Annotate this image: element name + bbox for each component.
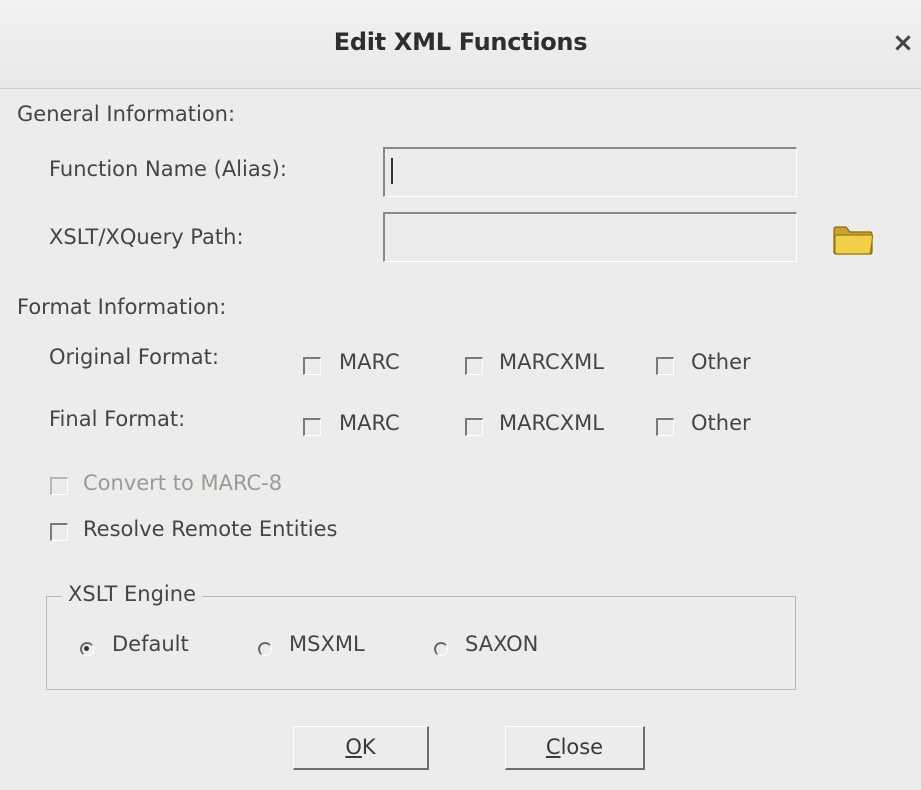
original-marcxml-label: MARCXML	[499, 350, 604, 374]
title-bar[interactable]: Edit XML Functions ×	[0, 0, 921, 89]
ok-mnemonic: O	[345, 735, 362, 759]
folder-icon[interactable]	[832, 224, 874, 256]
ok-button[interactable]: OK	[293, 726, 429, 770]
resolve-remote-entities-checkbox[interactable]	[50, 523, 68, 541]
text-caret	[391, 158, 393, 184]
engine-default-label: Default	[112, 632, 189, 656]
dialog-title: Edit XML Functions	[333, 28, 588, 56]
final-format-label: Final Format:	[49, 407, 186, 431]
convert-marc8-label: Convert to MARC-8	[83, 471, 283, 495]
original-format-label: Original Format:	[49, 345, 219, 369]
engine-saxon-radio[interactable]	[434, 642, 448, 656]
close-label-rest: lose	[560, 735, 604, 759]
final-other-label: Other	[691, 411, 751, 435]
final-marc-label: MARC	[339, 411, 400, 435]
xslt-engine-legend: XSLT Engine	[62, 582, 202, 606]
final-other-checkbox[interactable]	[656, 418, 674, 436]
close-icon[interactable]: ×	[890, 26, 916, 60]
original-marc-checkbox[interactable]	[303, 357, 321, 375]
original-other-label: Other	[691, 350, 751, 374]
function-name-label: Function Name (Alias):	[49, 157, 287, 181]
final-marcxml-checkbox[interactable]	[465, 418, 483, 436]
original-marcxml-checkbox[interactable]	[465, 357, 483, 375]
original-other-checkbox[interactable]	[656, 357, 674, 375]
xslt-path-field[interactable]	[383, 212, 797, 262]
general-information-heading: General Information:	[17, 102, 236, 126]
close-mnemonic: C	[545, 735, 561, 759]
final-marcxml-label: MARCXML	[499, 411, 604, 435]
edit-xml-functions-dialog: Edit XML Functions × General Information…	[0, 0, 921, 790]
engine-saxon-label: SAXON	[465, 632, 539, 656]
close-button[interactable]: Close	[505, 726, 645, 770]
format-information-heading: Format Information:	[17, 295, 227, 319]
function-name-field[interactable]	[383, 147, 797, 197]
final-marc-checkbox[interactable]	[303, 418, 321, 436]
engine-msxml-radio[interactable]	[258, 642, 272, 656]
ok-label-rest: K	[361, 735, 376, 759]
engine-msxml-label: MSXML	[289, 632, 365, 656]
resolve-remote-entities-label: Resolve Remote Entities	[83, 517, 338, 541]
convert-marc8-checkbox	[50, 477, 68, 495]
original-marc-label: MARC	[339, 350, 400, 374]
engine-default-radio[interactable]	[80, 642, 94, 656]
xslt-path-label: XSLT/XQuery Path:	[49, 225, 244, 249]
